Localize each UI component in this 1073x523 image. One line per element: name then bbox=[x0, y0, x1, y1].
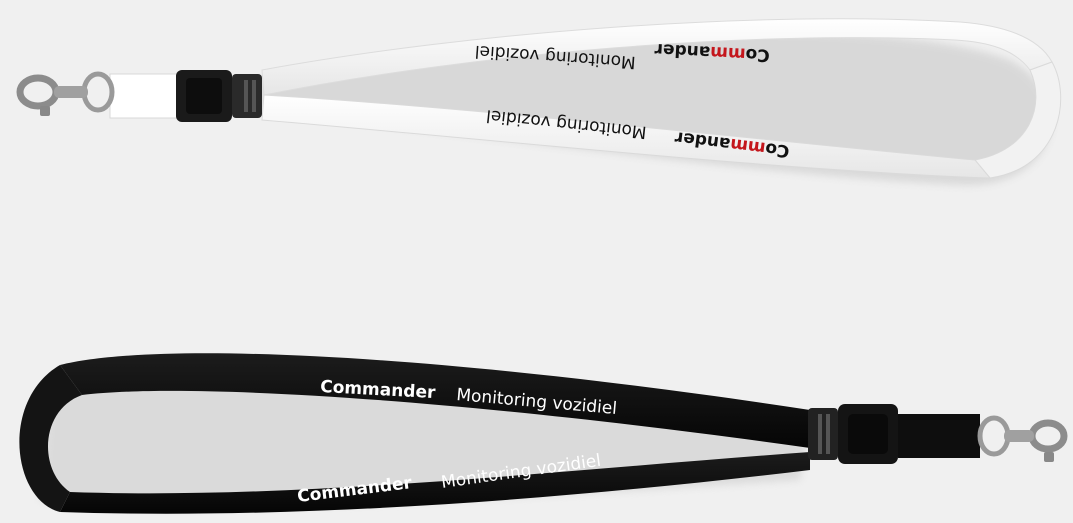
buckle-icon bbox=[808, 404, 898, 464]
lanyard-mockup-scene: Commander Monitoring vozidiel Commander … bbox=[0, 0, 1073, 523]
white-strap-end bbox=[109, 73, 181, 119]
black-strap-end bbox=[898, 414, 980, 458]
lanyard-illustration: Commander Monitoring vozidiel Commander … bbox=[16, 18, 1068, 514]
buckle-icon bbox=[176, 70, 262, 122]
white-lanyard: Commander Monitoring vozidiel Commander … bbox=[16, 18, 1062, 186]
lobster-clasp-icon bbox=[16, 71, 115, 116]
lobster-clasp-icon bbox=[977, 415, 1068, 462]
black-lanyard: Commander Monitoring vozidiel Commander … bbox=[19, 353, 1068, 514]
